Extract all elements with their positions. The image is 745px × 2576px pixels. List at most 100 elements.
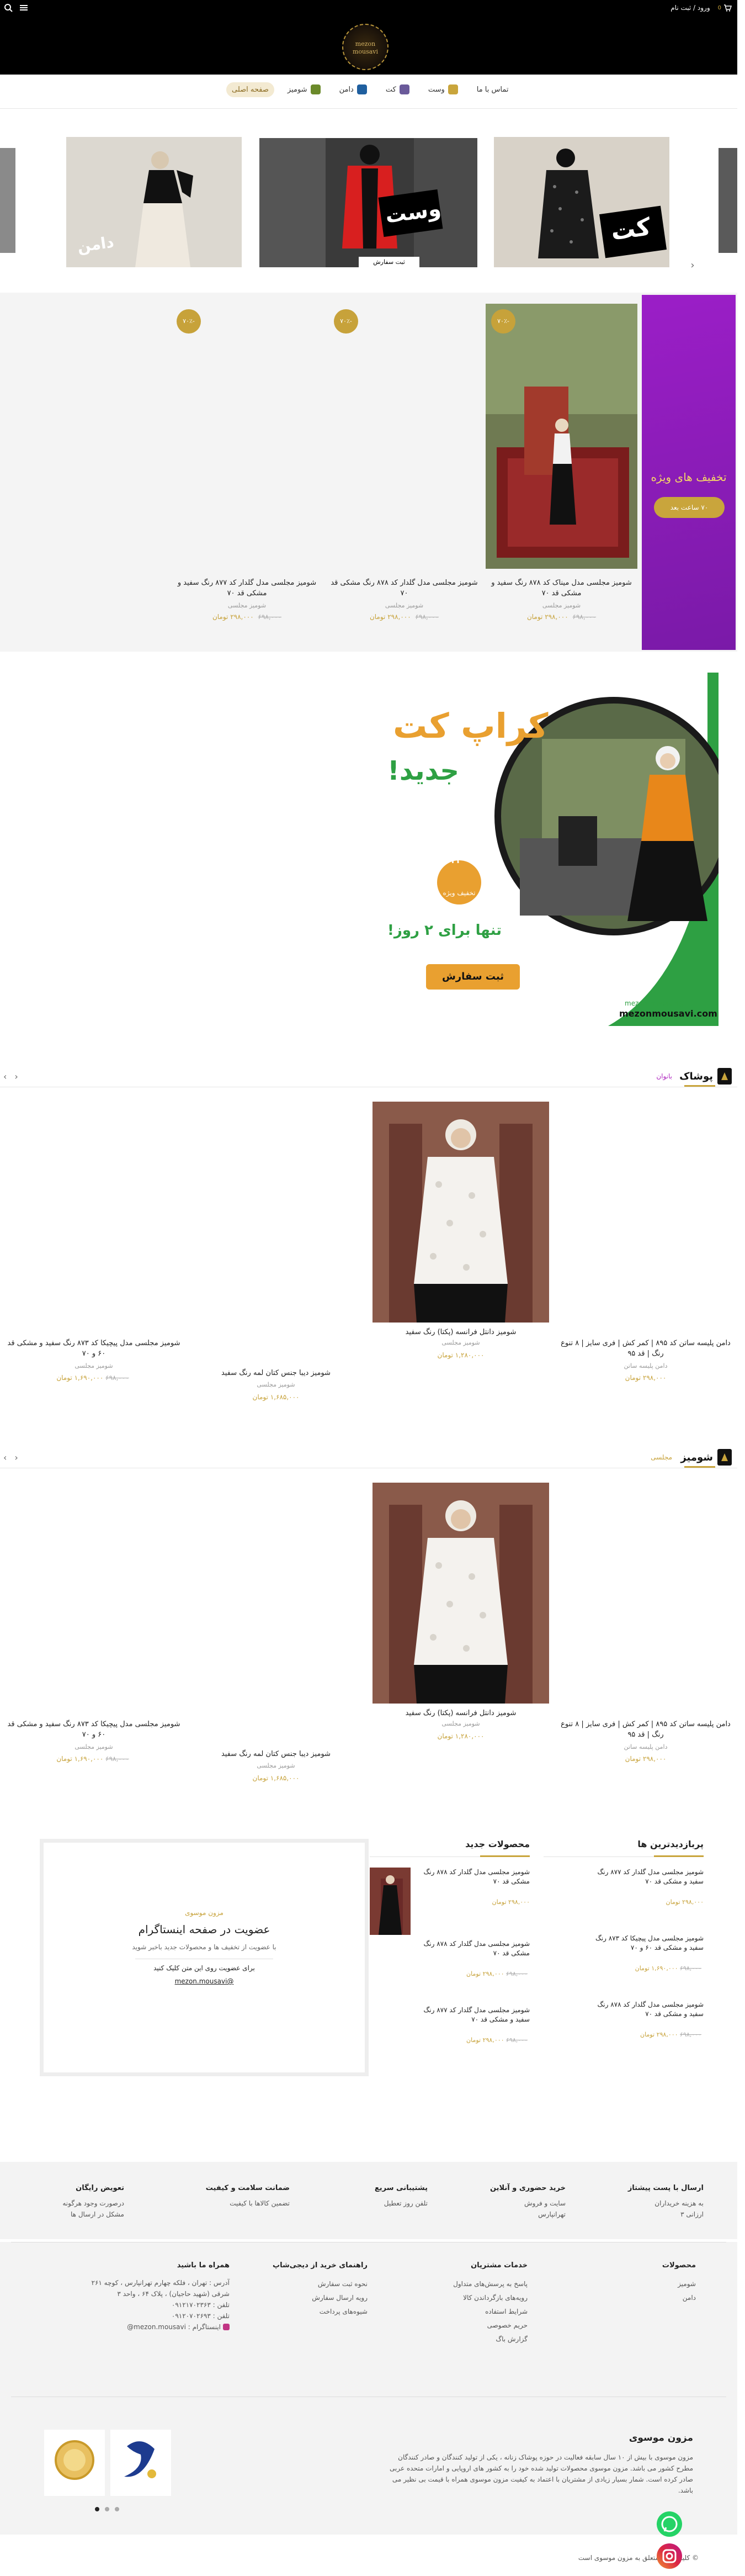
item-thumbnail[interactable] (544, 2000, 584, 2066)
hamburger-icon[interactable] (19, 3, 29, 13)
product-card[interactable]: شومیز دانتل فرانسه (پکتا) رنگ سفید شومیز… (372, 1102, 549, 1411)
nav-item-contact[interactable]: تماس با ما (471, 82, 514, 97)
product-name[interactable]: شومیز مجلسی مدل پیچیکا کد ۸۷۳ رنگ سفید و… (6, 1719, 182, 1740)
offer-card[interactable]: -۷۰٪ شومیز مجلسی مدل میناک کد ۸۷۸ رنگ سف… (486, 304, 637, 621)
list-item[interactable]: شومیز مجلسی مدل گلدار کد ۸۷۸ رنگ سفید و … (544, 2000, 704, 2066)
slide-skirt[interactable]: دامن (66, 137, 242, 267)
chevron-left-icon[interactable]: ‹ (14, 1452, 18, 1463)
nav-item-vest[interactable]: وست (423, 81, 464, 98)
product-image[interactable] (328, 304, 480, 569)
product-card[interactable]: شومیز دیبا جنس کتان لمه رنگ سفید شومیز م… (188, 1102, 364, 1411)
nav-item-coat[interactable]: کت (380, 81, 415, 98)
product-card[interactable]: شومیز دیبا جنس کتان لمه رنگ سفید شومیز م… (188, 1483, 364, 1792)
item-name[interactable]: شومیز مجلسی مدل گلدار کد ۸۷۸ رنگ مشکی قد… (419, 1939, 530, 1958)
product-card[interactable]: شومیز مجلسی مدل پیچیکا کد ۸۷۳ رنگ سفید و… (6, 1102, 182, 1411)
product-name[interactable]: شومیز دانتل فرانسه (پکتا) رنگ سفید (372, 1327, 549, 1337)
product-card[interactable]: شومیز مجلسی مدل پیچیکا کد ۸۷۳ رنگ سفید و… (6, 1483, 182, 1792)
promo-cta-button[interactable]: ثبت سفارش (426, 964, 520, 990)
slide-coat[interactable]: کت (494, 137, 669, 267)
promo-banner[interactable]: کراپ کت جدید! ٪۲۰ تخفیف ویژه تنها برای ۲… (0, 656, 737, 1037)
item-thumbnail[interactable] (370, 1868, 411, 1935)
product-name[interactable]: شومیز دیبا جنس کتان لمه رنگ سفید (188, 1749, 364, 1759)
product-card[interactable]: شومیز دانتل فرانسه (پکتا) رنگ سفید شومیز… (372, 1483, 549, 1792)
footer-link[interactable]: گزارش باگ (417, 2332, 528, 2346)
offer-card[interactable]: -۷۰٪ شومیز مجلسی مدل گلدار کد ۸۷۸ رنگ مش… (328, 304, 480, 621)
footer-link[interactable]: نحوه ثبت سفارش (257, 2277, 368, 2291)
carousel-dot[interactable] (105, 2507, 109, 2511)
auth-link[interactable]: ورود / ثبت نام (670, 4, 710, 12)
chevron-right-icon[interactable]: › (3, 1452, 7, 1463)
offers-countdown-button[interactable]: ۷۰ ساعت بعد (654, 497, 725, 518)
list-item[interactable]: شومیز مجلسی مدل گلدار کد ۸۷۷ رنگ سفید و … (370, 2006, 530, 2072)
enamad-badge[interactable] (110, 2430, 171, 2496)
product-image[interactable] (6, 1483, 182, 1704)
item-thumbnail[interactable] (370, 2006, 411, 2072)
product-name[interactable]: شومیز مجلسی مدل گلدار کد ۸۷۷ رنگ سفید و … (171, 578, 323, 599)
product-name[interactable]: شومیز دانتل فرانسه (پکتا) رنگ سفید (372, 1708, 549, 1718)
instagram-float-icon[interactable] (657, 2543, 682, 2569)
item-name[interactable]: شومیز مجلسی مدل گلدار کد ۸۷۸ رنگ مشکی قد… (419, 1868, 530, 1886)
product-name[interactable]: شومیز مجلسی مدل میناک کد ۸۷۸ رنگ سفید و … (486, 578, 637, 599)
footer-phone[interactable]: تلفن : ۰۹۱۲۱۷۰۲۳۶۳ (86, 2299, 230, 2310)
nav-item-home[interactable]: صفحه اصلی (226, 82, 274, 97)
product-image[interactable] (557, 1102, 734, 1323)
footer-link[interactable]: حریم خصوصی (417, 2319, 528, 2332)
product-name[interactable]: شومیز مجلسی مدل پیچیکا کد ۸۷۳ رنگ سفید و… (6, 1338, 182, 1359)
item-thumbnail[interactable] (544, 1868, 584, 1934)
footer-link[interactable]: شیوه‌های پرداخت (257, 2305, 368, 2319)
insta-cta-link[interactable]: برای عضویت روی این متن کلیک کنید (44, 1964, 365, 1972)
product-name[interactable]: شومیز مجلسی مدل گلدار کد ۸۷۸ رنگ مشکی قد… (328, 578, 480, 599)
site-logo[interactable]: mezon mousavi (342, 24, 389, 70)
footer-link[interactable]: پاسخ به پرسش‌های متداول (417, 2277, 528, 2291)
product-card[interactable]: دامن پلیسه ساتن کد ۸۹۵ | کمر کش | فری سا… (557, 1102, 734, 1411)
insta-handle-link[interactable]: @mezon.mousavi (44, 1977, 365, 1985)
footer-link[interactable]: شومیز (630, 2277, 696, 2291)
list-item[interactable]: شومیز مجلسی مدل پیچیکا کد ۸۷۳ رنگ سفید و… (544, 1934, 704, 2000)
product-name[interactable]: دامن پلیسه ساتن کد ۸۹۵ | کمر کش | فری سا… (557, 1719, 734, 1740)
product-image[interactable] (372, 1483, 549, 1704)
slide-cta[interactable]: ثبت سفارش (359, 257, 419, 267)
product-image[interactable] (188, 1102, 364, 1323)
footer-link[interactable]: شرایط استفاده (417, 2305, 528, 2319)
list-item[interactable]: شومیز مجلسی مدل گلدار کد ۸۷۷ رنگ سفید و … (544, 1868, 704, 1934)
carousel-dot-active[interactable] (95, 2507, 99, 2511)
search-icon[interactable] (3, 3, 13, 13)
offer-card[interactable]: -۷۰٪ شومیز مجلسی مدل گلدار کد ۸۷۷ رنگ سف… (171, 304, 323, 621)
slider-prev-arrow[interactable]: ‹ (687, 260, 699, 272)
whatsapp-icon[interactable] (657, 2511, 682, 2537)
product-image[interactable] (188, 1483, 364, 1704)
footer-instagram[interactable]: اینستاگرام : mezon.mousavi@ (86, 2321, 230, 2332)
carousel-dot[interactable] (115, 2507, 119, 2511)
footer-link[interactable]: رویه ارسال سفارش (257, 2291, 368, 2305)
product-image[interactable] (372, 1102, 549, 1323)
footer-link[interactable]: رویه‌های بازگرداندن کالا (417, 2291, 528, 2305)
item-thumbnail[interactable] (544, 1934, 584, 2000)
product-image[interactable] (486, 304, 637, 569)
item-thumbnail[interactable] (370, 1939, 411, 2006)
product-card[interactable]: دامن پلیسه ساتن کد ۸۹۵ | کمر کش | فری سا… (557, 1483, 734, 1792)
product-image[interactable] (6, 1102, 182, 1323)
samandehi-badge[interactable] (44, 2430, 105, 2496)
item-name[interactable]: شومیز مجلسی مدل گلدار کد ۸۷۷ رنگ سفید و … (419, 2006, 530, 2024)
slide-edge-right[interactable] (719, 148, 737, 253)
nav-item-skirt[interactable]: دامن (334, 81, 372, 98)
product-image[interactable] (557, 1483, 734, 1704)
slide-edge-left[interactable] (0, 148, 15, 253)
product-image[interactable] (171, 304, 323, 569)
cart-icon[interactable]: 0 (718, 3, 732, 12)
item-name[interactable]: شومیز مجلسی مدل گلدار کد ۸۷۷ رنگ سفید و … (593, 1868, 704, 1886)
product-name[interactable]: شومیز دیبا جنس کتان لمه رنگ سفید (188, 1368, 364, 1378)
nav-item-shirts[interactable]: شومیز (282, 81, 326, 98)
list-item[interactable]: شومیز مجلسی مدل گلدار کد ۸۷۸ رنگ مشکی قد… (370, 1939, 530, 2006)
item-name[interactable]: شومیز مجلسی مدل پیچیکا کد ۸۷۳ رنگ سفید و… (593, 1934, 704, 1953)
list-item[interactable]: شومیز مجلسی مدل گلدار کد ۸۷۸ رنگ مشکی قد… (370, 1868, 530, 1935)
section-tab[interactable]: مجلسی (651, 1453, 672, 1461)
chevron-left-icon[interactable]: ‹ (14, 1071, 18, 1082)
chevron-right-icon[interactable]: › (3, 1071, 7, 1082)
section-tab[interactable]: بانوان (656, 1072, 672, 1080)
item-name[interactable]: شومیز مجلسی مدل گلدار کد ۸۷۸ رنگ سفید و … (593, 2000, 704, 2019)
footer-phone[interactable]: تلفن : ۰۹۱۲۰۷۰۲۶۹۳ (86, 2310, 230, 2321)
footer-link[interactable]: دامن (630, 2291, 696, 2305)
slide-vest[interactable]: وست ثبت سفارش (259, 138, 477, 267)
product-name[interactable]: دامن پلیسه ساتن کد ۸۹۵ | کمر کش | فری سا… (557, 1338, 734, 1359)
